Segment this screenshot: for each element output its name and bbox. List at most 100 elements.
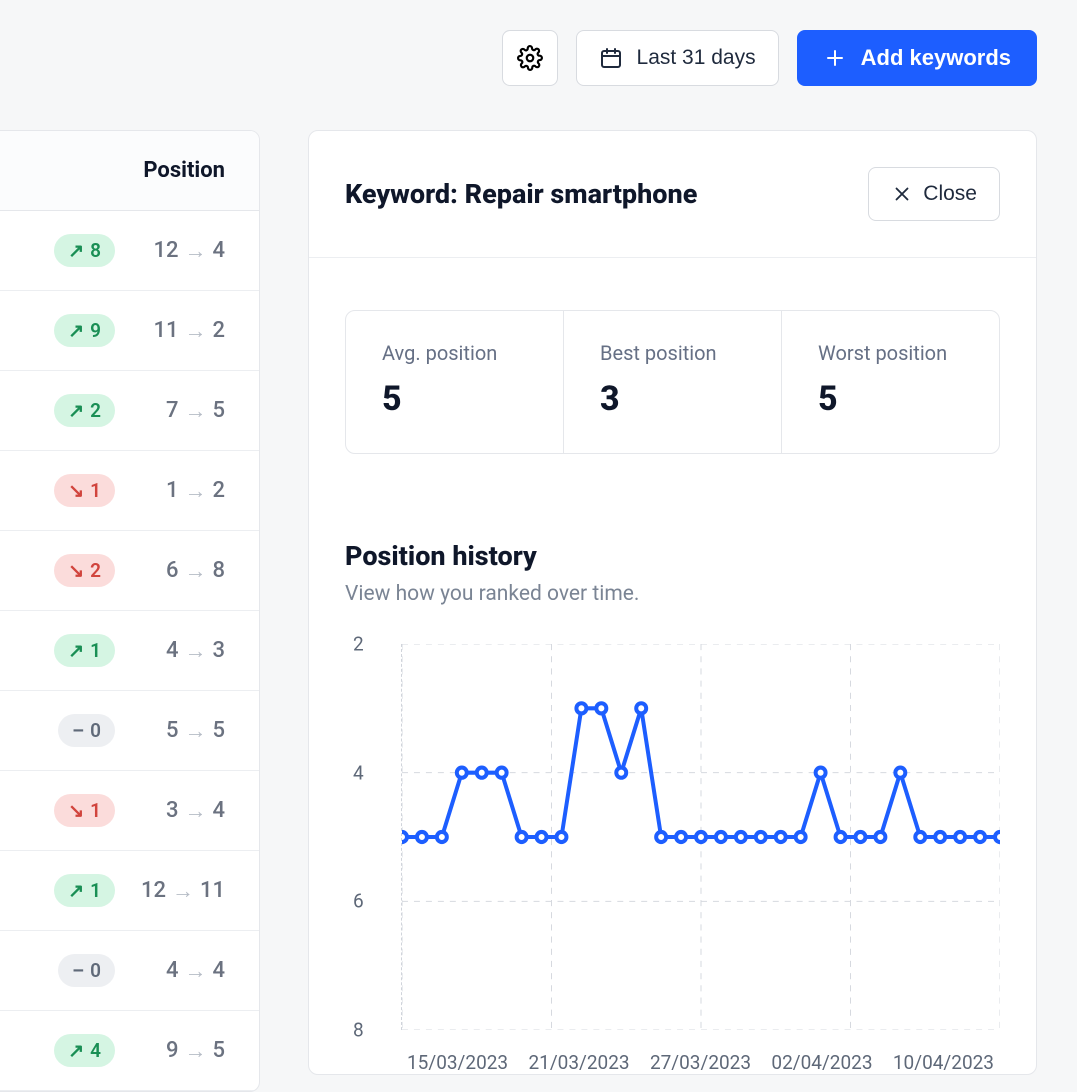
position-row[interactable]: 2 6→8: [0, 531, 259, 611]
arrow-down-icon: [68, 479, 84, 502]
to-value: 5: [212, 718, 225, 743]
arrow-right-icon: →: [184, 478, 206, 504]
arrow-right-icon: →: [184, 238, 206, 264]
from-value: 4: [166, 638, 179, 663]
change-badge: 0: [58, 714, 115, 747]
add-keywords-label: Add keywords: [861, 45, 1011, 71]
position-row[interactable]: 27→5: [0, 371, 259, 451]
arrow-up-icon: [68, 399, 84, 422]
add-keywords-button[interactable]: Add keywords: [797, 30, 1037, 86]
data-point: [457, 768, 467, 778]
change-delta: 2: [90, 559, 101, 582]
from-value: 9: [166, 1038, 179, 1063]
x-tick-label: 15/03/2023: [407, 1051, 508, 1074]
position-row[interactable]: 04→4: [0, 931, 259, 1011]
arrow-down-icon: [68, 799, 84, 822]
stat-worst-value: 5: [818, 379, 963, 419]
close-button[interactable]: Close: [868, 167, 1000, 221]
change-badge: 8: [54, 234, 115, 267]
position-change: 6→8: [137, 558, 225, 584]
data-point: [736, 832, 746, 842]
data-point: [437, 832, 447, 842]
arrow-down-icon: [68, 559, 84, 582]
change-delta: 0: [90, 959, 101, 982]
from-value: 3: [166, 798, 179, 823]
date-range-button[interactable]: Last 31 days: [576, 30, 779, 86]
stat-best: Best position 3: [563, 311, 781, 453]
data-point: [477, 768, 487, 778]
stat-avg-label: Avg. position: [382, 341, 527, 365]
from-value: 12: [153, 238, 178, 263]
position-row[interactable]: 05→5: [0, 691, 259, 771]
data-point: [556, 832, 566, 842]
arrow-right-icon: →: [184, 798, 206, 824]
to-value: 2: [212, 478, 225, 503]
position-row[interactable]: 1 3→4: [0, 771, 259, 851]
data-point: [656, 832, 666, 842]
plus-icon: [823, 46, 847, 70]
from-value: 11: [153, 318, 178, 343]
x-tick-label: 27/03/2023: [650, 1051, 751, 1074]
change-badge: 2: [54, 554, 115, 587]
to-value: 5: [212, 1038, 225, 1063]
change-delta: 1: [90, 479, 101, 502]
from-value: 7: [166, 398, 179, 423]
stats-row: Avg. position 5 Best position 3 Worst po…: [345, 310, 1000, 454]
data-point: [636, 703, 646, 713]
settings-button[interactable]: [502, 30, 558, 86]
change-delta: 1: [90, 879, 101, 902]
y-tick-label: 6: [353, 890, 364, 913]
position-row[interactable]: 911→2: [0, 291, 259, 371]
arrow-up-icon: [68, 319, 84, 342]
position-row[interactable]: 14→3: [0, 611, 259, 691]
position-row[interactable]: 1 12→11: [0, 851, 259, 931]
change-delta: 0: [90, 719, 101, 742]
data-point: [975, 832, 985, 842]
arrow-up-icon: [68, 1039, 84, 1062]
change-badge: 1: [54, 794, 115, 827]
position-heading: Position: [0, 131, 259, 211]
page-header: Last 31 days Add keywords: [0, 0, 1077, 130]
position-change: 12→4: [137, 238, 225, 264]
change-delta: 8: [90, 239, 101, 262]
to-value: 8: [212, 558, 225, 583]
change-delta: 4: [90, 1039, 101, 1062]
data-point: [816, 768, 826, 778]
arrow-right-icon: →: [184, 718, 206, 744]
history-title: Position history: [345, 540, 1000, 572]
close-label: Close: [923, 182, 977, 206]
dash-icon: [72, 959, 84, 982]
position-change: 12→11: [137, 878, 225, 904]
data-point: [616, 768, 626, 778]
stat-worst: Worst position 5: [781, 311, 999, 453]
x-tick-label: 10/04/2023: [893, 1051, 994, 1074]
data-point: [995, 832, 1000, 842]
to-value: 2: [212, 318, 225, 343]
arrow-up-icon: [68, 239, 84, 262]
from-value: 6: [166, 558, 179, 583]
position-change: 1→2: [137, 478, 225, 504]
data-point: [402, 832, 407, 842]
data-point: [696, 832, 706, 842]
arrow-right-icon: →: [184, 558, 206, 584]
change-badge: 2: [54, 394, 115, 427]
position-row[interactable]: 8 12→4: [0, 211, 259, 291]
position-change: 4→3: [137, 638, 225, 664]
to-value: 3: [212, 638, 225, 663]
data-point: [716, 832, 726, 842]
change-badge: 4: [54, 1034, 115, 1067]
position-row[interactable]: 11→2: [0, 451, 259, 531]
data-point: [776, 832, 786, 842]
position-row[interactable]: 49→5: [0, 1011, 259, 1091]
arrow-right-icon: →: [184, 638, 206, 664]
from-value: 1: [166, 478, 179, 503]
data-point: [836, 832, 846, 842]
position-history-chart: 15/03/202321/03/202327/03/202302/04/2023…: [345, 644, 1000, 1074]
to-value: 4: [212, 798, 225, 823]
y-tick-label: 8: [353, 1019, 364, 1042]
position-change: 3→4: [137, 798, 225, 824]
data-point: [537, 832, 547, 842]
arrow-right-icon: →: [184, 398, 206, 424]
arrow-right-icon: →: [172, 878, 194, 904]
arrow-up-icon: [68, 639, 84, 662]
